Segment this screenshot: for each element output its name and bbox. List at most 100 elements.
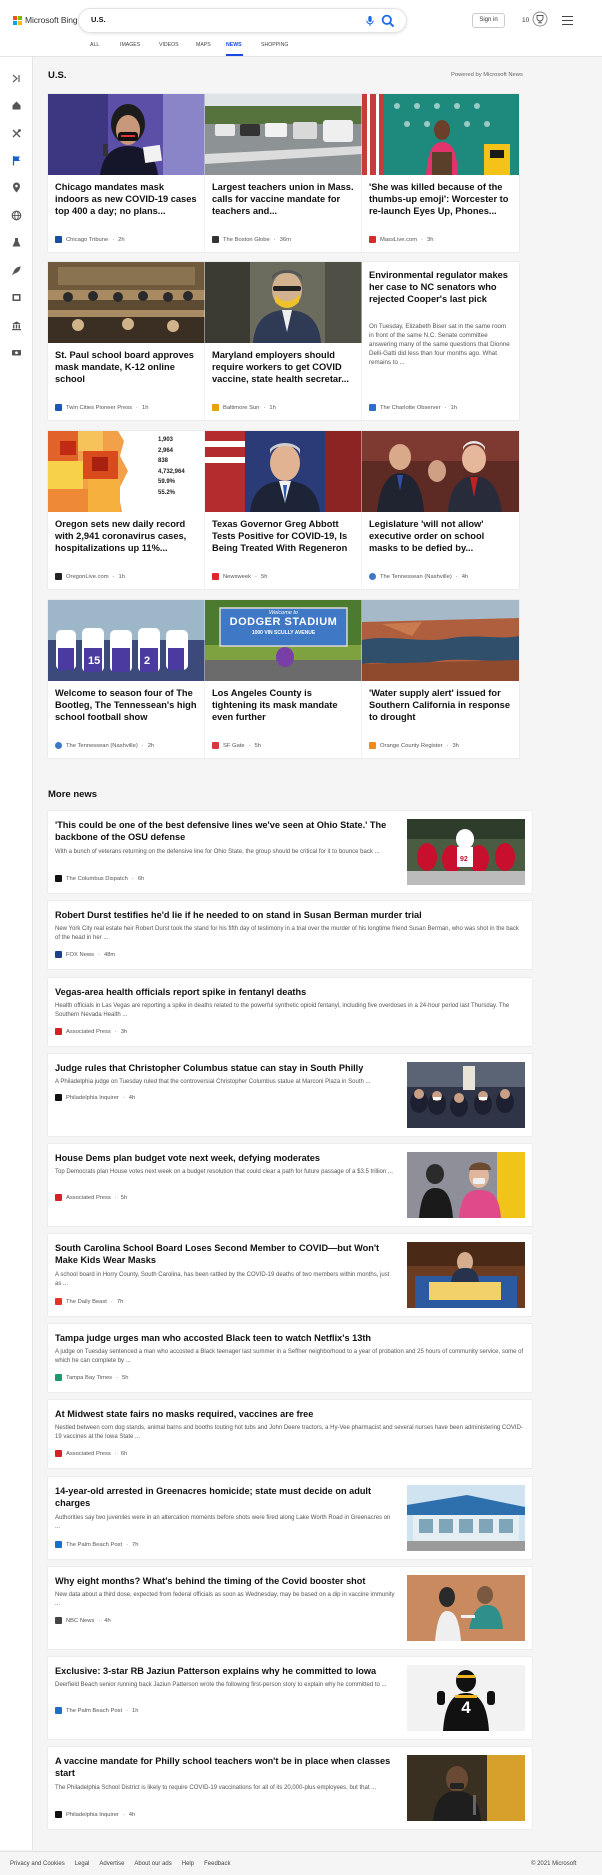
microphone-icon[interactable] xyxy=(364,15,376,27)
rewards-trophy-icon[interactable] xyxy=(532,11,548,27)
publisher-logo-icon xyxy=(55,573,62,580)
news-card[interactable]: Environmental regulator makes her case t… xyxy=(362,262,519,420)
news-item[interactable]: 14-year-old arrested in Greenacres homic… xyxy=(48,1477,532,1559)
card-title[interactable]: Maryland employers should require worker… xyxy=(212,349,355,397)
news-card[interactable]: 'Water supply alert' issued for Southern… xyxy=(362,600,519,758)
news-source: The Daily Beast · 7h xyxy=(55,1298,123,1305)
news-card[interactable]: 'She was killed because of the thumbs-up… xyxy=(362,94,519,252)
source-time: 1h xyxy=(450,404,457,411)
news-title[interactable]: A vaccine mandate for Philly school teac… xyxy=(55,1755,395,1779)
news-card[interactable]: Maryland employers should require worker… xyxy=(205,262,362,420)
film-icon[interactable] xyxy=(11,292,22,303)
globe-icon[interactable] xyxy=(11,210,22,221)
source-name: FOX News xyxy=(66,951,95,958)
menu-icon[interactable] xyxy=(562,16,573,25)
sign-in-button[interactable]: Sign in xyxy=(472,13,505,28)
news-thumbnail xyxy=(407,1485,525,1551)
news-card[interactable]: Legislature 'will not allow' executive o… xyxy=(362,431,519,589)
news-title[interactable]: Robert Durst testifies he'd lie if he ne… xyxy=(55,909,525,921)
card-image xyxy=(48,94,205,175)
flask-icon[interactable] xyxy=(11,237,22,248)
news-card[interactable]: Texas Governor Greg Abbott Tests Positiv… xyxy=(205,431,362,589)
news-snippet: The Philadelphia School District is like… xyxy=(55,1785,377,1791)
news-title[interactable]: At Midwest state fairs no masks required… xyxy=(55,1408,525,1420)
news-card[interactable]: Chicago mandates mask indoors as new COV… xyxy=(48,94,205,252)
news-item[interactable]: Tampa judge urges man who accosted Black… xyxy=(48,1324,532,1392)
map-stat: 59.9% xyxy=(158,479,176,485)
news-title[interactable]: Why eight months? What's behind the timi… xyxy=(55,1575,395,1587)
card-title[interactable]: Oregon sets new daily record with 2,941 … xyxy=(55,518,198,566)
news-item[interactable]: Vegas-area health officials report spike… xyxy=(48,978,532,1046)
news-source: Associated Press · 5h xyxy=(55,1194,127,1201)
news-title[interactable]: 'This could be one of the best defensive… xyxy=(55,819,395,843)
news-title[interactable]: Exclusive: 3-star RB Jaziun Patterson ex… xyxy=(55,1665,395,1677)
source-name: The Palm Beach Post xyxy=(66,1541,123,1548)
search-icon[interactable] xyxy=(380,13,396,29)
card-title[interactable]: Los Angeles County is tightening its mas… xyxy=(212,687,355,735)
card-title[interactable]: Chicago mandates mask indoors as new COV… xyxy=(55,181,198,229)
bank-icon[interactable] xyxy=(11,320,22,331)
search-input[interactable]: U.S. xyxy=(91,15,106,24)
powered-by-label[interactable]: Powered by Microsoft News xyxy=(451,72,523,78)
footer-link-about-ads[interactable]: About our ads xyxy=(134,1861,171,1867)
news-card[interactable]: 1,903 2,964 838 4,732,964 59.9% 55.2% Or… xyxy=(48,431,205,589)
publisher-logo-icon xyxy=(369,573,376,580)
news-item[interactable]: At Midwest state fairs no masks required… xyxy=(48,1400,532,1468)
footer-link-feedback[interactable]: Feedback xyxy=(204,1861,230,1867)
tab-images[interactable]: IMAGES xyxy=(120,40,150,56)
source-name: The Charlotte Observer xyxy=(380,404,441,411)
card-title[interactable]: Largest teachers union in Mass. calls fo… xyxy=(212,181,355,229)
footer-link-help[interactable]: Help xyxy=(182,1861,194,1867)
card-title[interactable]: Welcome to season four of The Bootleg, T… xyxy=(55,687,198,735)
news-card[interactable]: Welcome to DODGER STADIUM 1000 VIN SCULL… xyxy=(205,600,362,758)
news-item[interactable]: Exclusive: 3-star RB Jaziun Patterson ex… xyxy=(48,1657,532,1739)
news-item[interactable]: Why eight months? What's behind the timi… xyxy=(48,1567,532,1649)
card-title[interactable]: Texas Governor Greg Abbott Tests Positiv… xyxy=(212,518,355,566)
news-card[interactable]: St. Paul school board approves mask mand… xyxy=(48,262,205,420)
tab-shopping[interactable]: SHOPPING xyxy=(261,40,293,56)
card-title[interactable]: St. Paul school board approves mask mand… xyxy=(55,349,198,397)
news-card[interactable]: 15 2 Welcome to season four of The Bootl… xyxy=(48,600,205,758)
news-title[interactable]: Vegas-area health officials report spike… xyxy=(55,986,525,998)
news-item[interactable]: A vaccine mandate for Philly school teac… xyxy=(48,1747,532,1829)
news-item[interactable]: South Carolina School Board Loses Second… xyxy=(48,1234,532,1316)
tools-icon[interactable] xyxy=(11,128,22,139)
location-pin-icon[interactable] xyxy=(11,182,22,193)
card-title[interactable]: Legislature 'will not allow' executive o… xyxy=(369,518,512,566)
tab-all[interactable]: ALL xyxy=(90,40,112,56)
card-image xyxy=(205,262,362,343)
tab-news[interactable]: NEWS xyxy=(226,40,243,56)
rocket-icon[interactable] xyxy=(11,265,22,276)
rewards-count[interactable]: 10 xyxy=(522,17,529,24)
news-title[interactable]: 14-year-old arrested in Greenacres homic… xyxy=(55,1485,395,1509)
news-card[interactable]: Largest teachers union in Mass. calls fo… xyxy=(205,94,362,252)
news-item[interactable]: Judge rules that Christopher Columbus st… xyxy=(48,1054,532,1136)
news-item[interactable]: 'This could be one of the best defensive… xyxy=(48,811,532,893)
news-title[interactable]: House Dems plan budget vote next week, d… xyxy=(55,1152,395,1164)
search-box[interactable]: U.S. xyxy=(79,9,406,32)
card-title[interactable]: 'Water supply alert' issued for Southern… xyxy=(369,687,512,735)
footer-link-privacy[interactable]: Privacy and Cookies xyxy=(10,1861,65,1867)
publisher-logo-icon xyxy=(369,742,376,749)
money-icon[interactable] xyxy=(11,347,22,358)
flag-icon[interactable] xyxy=(11,155,22,166)
copyright: © 2021 Microsoft xyxy=(531,1861,577,1867)
news-item[interactable]: House Dems plan budget vote next week, d… xyxy=(48,1144,532,1226)
card-source: The Charlotte Observer · 1h xyxy=(369,404,457,411)
tab-maps[interactable]: MAPS xyxy=(196,40,218,56)
card-title[interactable]: Environmental regulator makes her case t… xyxy=(369,269,512,305)
news-title[interactable]: Judge rules that Christopher Columbus st… xyxy=(55,1062,395,1074)
card-title[interactable]: 'She was killed because of the thumbs-up… xyxy=(369,181,512,229)
news-item[interactable]: Robert Durst testifies he'd lie if he ne… xyxy=(48,901,532,969)
footer-link-advertise[interactable]: Advertise xyxy=(99,1861,124,1867)
source-time: 1h xyxy=(118,573,125,580)
tab-videos[interactable]: VIDEOS xyxy=(159,40,187,56)
news-title[interactable]: South Carolina School Board Loses Second… xyxy=(55,1242,395,1266)
source-time: 6h xyxy=(137,875,145,882)
bing-logo[interactable]: Microsoft Bing xyxy=(13,15,78,25)
card-image xyxy=(205,94,362,175)
menu-collapse-icon[interactable] xyxy=(11,73,22,84)
news-title[interactable]: Tampa judge urges man who accosted Black… xyxy=(55,1332,525,1344)
home-icon[interactable] xyxy=(11,100,22,111)
footer-link-legal[interactable]: Legal xyxy=(75,1861,90,1867)
